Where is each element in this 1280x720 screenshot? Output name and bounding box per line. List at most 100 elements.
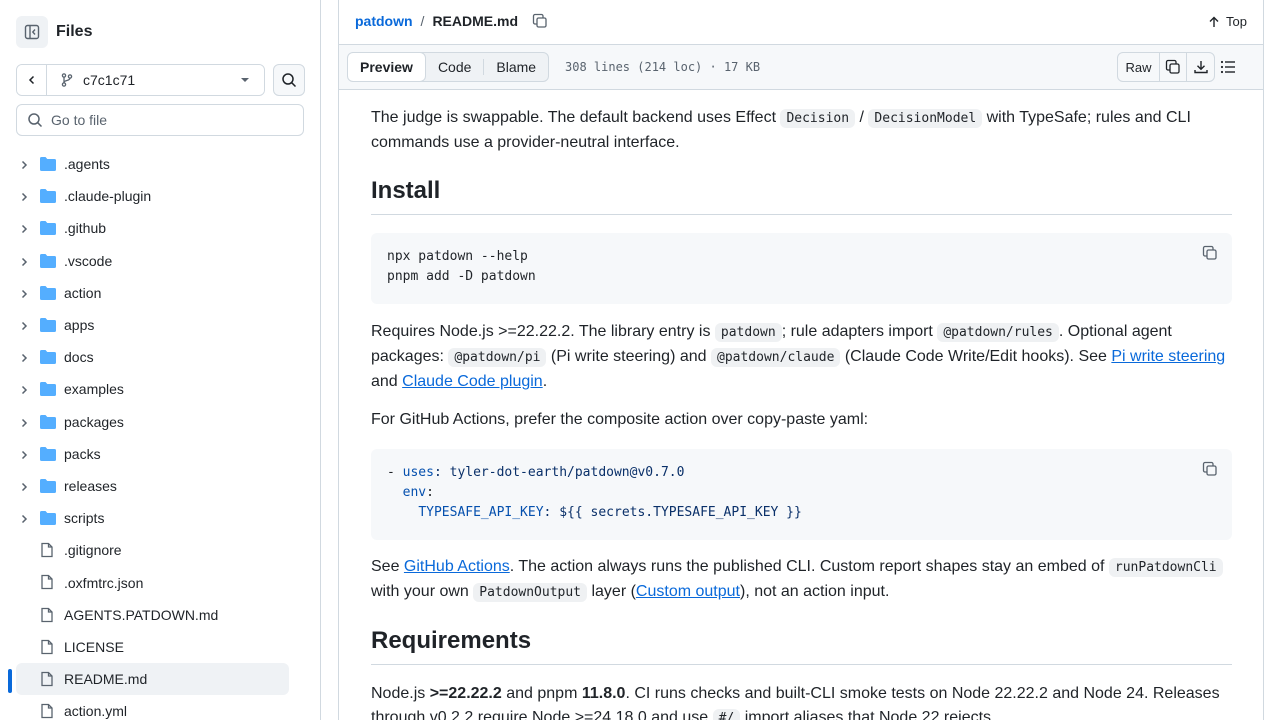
expand-chevron[interactable]	[18, 319, 30, 335]
tree-item-label: action	[64, 284, 102, 301]
paragraph-judge: The judge is swappable. The default back…	[371, 106, 1232, 155]
tree-file-item[interactable]: action.yml	[0, 695, 320, 720]
paragraph-see-actions: See GitHub Actions. The action always ru…	[371, 555, 1232, 605]
tree-folder-item[interactable]: .github	[0, 212, 320, 244]
tree-file-item[interactable]: AGENTS.PATDOWN.md	[0, 599, 320, 631]
tree-item-label: packages	[64, 413, 124, 430]
branch-row: c7c1c71	[16, 64, 305, 96]
expand-chevron[interactable]	[18, 416, 30, 432]
tree-folder-item[interactable]: packages	[0, 406, 320, 438]
text: ; rule adapters import	[781, 323, 938, 340]
back-button[interactable]	[17, 65, 47, 95]
tree-item-label: LICENSE	[64, 638, 124, 655]
tree-folder-item[interactable]: examples	[0, 373, 320, 405]
branch-select-button[interactable]: c7c1c71	[47, 65, 264, 95]
heading-requirements: Requirements	[371, 626, 1232, 665]
inline-code: @patdown/pi	[448, 348, 547, 367]
text: and pnpm	[501, 685, 582, 702]
tree-item-label: .oxfmtrc.json	[64, 574, 144, 591]
link-pi-write-steering[interactable]: Pi write steering	[1111, 348, 1225, 365]
expand-chevron[interactable]	[18, 512, 30, 528]
code-block-yaml: - uses: tyler-dot-earth/patdown@v0.7.0 e…	[371, 449, 1232, 540]
back-to-top-button[interactable]: Top	[1208, 14, 1247, 29]
text: layer (	[587, 583, 636, 600]
tree-folder-item[interactable]: .agents	[0, 148, 320, 180]
breadcrumb-repo-link[interactable]: patdown	[355, 13, 413, 29]
text: The judge is swappable. The default back…	[371, 109, 781, 126]
file-icon-wrap	[39, 574, 55, 593]
tree-item-label: action.yml	[64, 703, 128, 720]
sidebar-header: Files	[16, 16, 92, 48]
branch-picker: c7c1c71	[16, 64, 265, 96]
copy-icon	[532, 13, 547, 28]
tree-folder-item[interactable]: .vscode	[0, 245, 320, 277]
folder-icon-wrap	[39, 510, 57, 529]
inline-code: @patdown/rules	[937, 323, 1059, 342]
tree-folder-item[interactable]: apps	[0, 309, 320, 341]
file-icon	[41, 607, 53, 622]
tab-code[interactable]: Code	[426, 53, 483, 81]
expand-chevron[interactable]	[18, 480, 30, 496]
copy-code-button[interactable]	[1202, 245, 1218, 268]
tree-folder-item[interactable]: releases	[0, 470, 320, 502]
tree-file-item[interactable]: README.md	[0, 663, 320, 695]
link-custom-output[interactable]: Custom output	[636, 583, 740, 600]
chevron-right-icon	[21, 321, 28, 330]
breadcrumb-separator: /	[420, 13, 425, 29]
file-view: patdown / README.md Top Preview Code Bla…	[338, 0, 1264, 720]
code-line: npx patdown --help	[387, 249, 528, 264]
copy-raw-button[interactable]	[1160, 53, 1187, 81]
text: ), not an action input.	[739, 583, 890, 600]
collapse-sidebar-button[interactable]	[16, 16, 48, 48]
expand-chevron[interactable]	[18, 448, 30, 464]
raw-button[interactable]: Raw	[1118, 53, 1160, 81]
breadcrumb: patdown / README.md	[355, 13, 548, 29]
expand-chevron[interactable]	[18, 255, 30, 271]
folder-icon-wrap	[39, 349, 57, 368]
expand-chevron[interactable]	[18, 383, 30, 399]
expand-chevron[interactable]	[18, 287, 30, 303]
tab-preview[interactable]: Preview	[348, 53, 426, 81]
code-token: -	[387, 465, 403, 480]
copy-path-button[interactable]	[532, 13, 548, 29]
text: Node.js	[371, 685, 430, 702]
tree-folder-item[interactable]: action	[0, 277, 320, 309]
folder-icon-wrap	[39, 156, 57, 175]
copy-code-button[interactable]	[1202, 461, 1218, 484]
text: (Pi write steering) and	[546, 348, 711, 365]
view-mode-tabs: Preview Code Blame	[347, 52, 550, 82]
tree-folder-item[interactable]: .claude-plugin	[0, 180, 320, 212]
tree-folder-item[interactable]: packs	[0, 438, 320, 470]
tree-file-item[interactable]: LICENSE	[0, 631, 320, 663]
code-token: TYPESAFE_API_KEY	[418, 505, 544, 520]
outline-button[interactable]	[1219, 58, 1237, 79]
file-header: patdown / README.md Top	[339, 0, 1263, 45]
tab-blame[interactable]: Blame	[484, 53, 548, 81]
expand-chevron[interactable]	[18, 158, 30, 174]
expand-chevron[interactable]	[18, 351, 30, 367]
file-icon	[41, 543, 53, 558]
text: and	[371, 373, 403, 390]
folder-icon-wrap	[39, 446, 57, 465]
go-to-file-input[interactable]	[51, 112, 291, 128]
download-button[interactable]	[1187, 53, 1214, 81]
branch-name: c7c1c71	[83, 72, 136, 88]
tree-file-item[interactable]: .oxfmtrc.json	[0, 566, 320, 598]
folder-icon	[40, 350, 56, 365]
link-claude-code-plugin[interactable]: Claude Code plugin	[402, 373, 543, 390]
tree-folder-item[interactable]: docs	[0, 341, 320, 373]
code-token: :	[426, 485, 434, 500]
tree-folder-item[interactable]: scripts	[0, 502, 320, 534]
inline-code: Decision	[780, 109, 856, 128]
folder-icon-wrap	[39, 478, 57, 497]
breadcrumb-file: README.md	[432, 13, 518, 29]
link-github-actions[interactable]: GitHub Actions	[404, 558, 510, 575]
folder-icon-wrap	[39, 188, 57, 207]
tree-item-label: examples	[64, 381, 124, 398]
expand-chevron[interactable]	[18, 190, 30, 206]
tree-file-item[interactable]: .gitignore	[0, 534, 320, 566]
file-icon	[41, 639, 53, 654]
inline-code: PatdownOutput	[473, 583, 588, 602]
expand-chevron[interactable]	[18, 222, 30, 238]
search-button[interactable]	[273, 64, 305, 96]
